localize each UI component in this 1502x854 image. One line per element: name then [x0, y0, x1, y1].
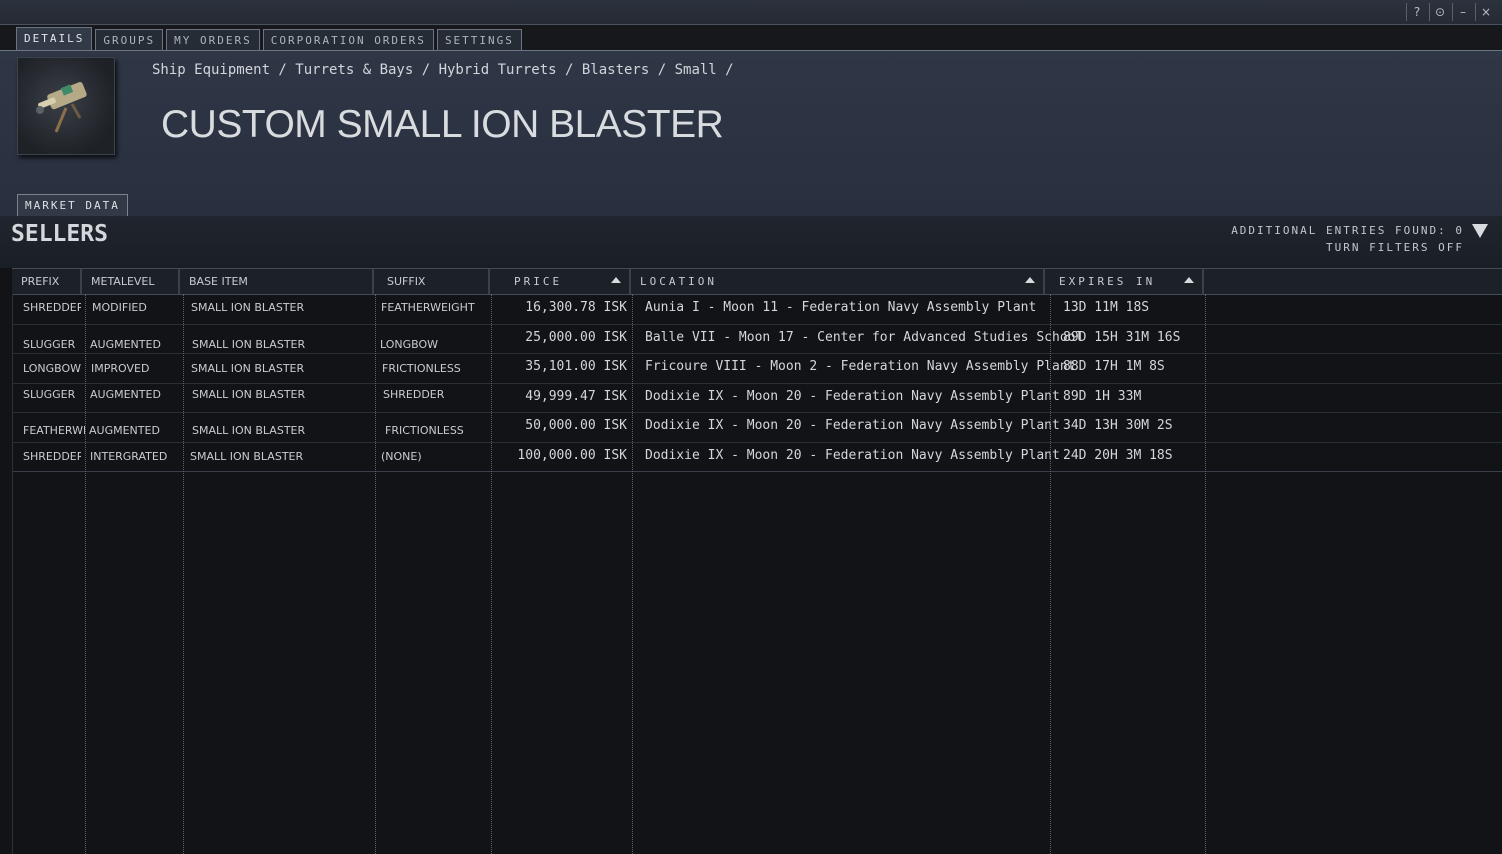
column-divider [1050, 294, 1051, 854]
prefix-cell: SHREDDER [23, 301, 81, 314]
sort-arrow-icon[interactable] [1025, 277, 1035, 283]
column-price[interactable]: PRICE [492, 269, 631, 294]
base-item-cell: SMALL ION BLASTER [190, 449, 304, 463]
table-row[interactable]: SHREDDER MODIFIED SMALL ION BLASTER FEAT… [12, 295, 1502, 325]
tab-details[interactable]: DETAILS [16, 27, 93, 50]
column-divider [183, 294, 184, 854]
price-cell: 25,000.00 ISK [525, 329, 627, 345]
column-divider [85, 294, 86, 854]
sellers-title: SELLERS [11, 221, 108, 247]
location-cell[interactable]: Dodixie IX - Moon 20 - Federation Navy A… [645, 418, 1060, 433]
window-controls: ? ⊙ – × [1406, 3, 1496, 21]
table-row[interactable]: FEATHERWE AUGMENTED SMALL ION BLASTER FR… [12, 413, 1502, 443]
expires-cell: 89D 15H 31M 16S [1063, 329, 1181, 345]
base-item-cell: SMALL ION BLASTER [192, 387, 306, 401]
table-row[interactable]: SLUGGER AUGMENTED SMALL ION BLASTER LONG… [12, 325, 1502, 354]
expires-cell: 13D 11M 18S [1063, 300, 1150, 315]
price-cell: 50,000.00 ISK [525, 418, 627, 433]
table-header: PREFIX METALEVEL BASE ITEM SUFFIX PRICE … [12, 268, 1502, 295]
column-divider [1205, 294, 1206, 854]
column-divider [491, 294, 492, 854]
sellers-table: PREFIX METALEVEL BASE ITEM SUFFIX PRICE … [12, 268, 1502, 472]
suffix-cell: FRICTIONLESS [382, 362, 461, 375]
metalevel-cell: AUGMENTED [89, 424, 160, 437]
metalevel-cell: INTERGRATED [90, 449, 168, 463]
price-cell: 16,300.78 ISK [525, 300, 627, 315]
prefix-cell: FEATHERWE [23, 424, 85, 437]
price-cell: 35,101.00 ISK [525, 359, 627, 374]
metalevel-cell: AUGMENTED [90, 337, 161, 351]
expires-cell: 24D 20H 3M 18S [1063, 447, 1173, 463]
tab-groups[interactable]: GROUPS [95, 29, 164, 50]
suffix-cell: FEATHERWEIGHT [381, 301, 475, 314]
tab-my-orders[interactable]: MY ORDERS [166, 29, 260, 50]
prefix-cell: SLUGGER [23, 337, 76, 351]
help-icon[interactable]: ? [1406, 3, 1427, 21]
base-item-cell: SMALL ION BLASTER [191, 362, 305, 375]
base-item-cell: SMALL ION BLASTER [192, 337, 306, 351]
filter-icon[interactable] [1472, 224, 1488, 238]
price-cell: 100,000.00 ISK [517, 447, 627, 463]
base-item-cell: SMALL ION BLASTER [192, 424, 306, 437]
column-prefix[interactable]: PREFIX [12, 269, 82, 294]
location-cell[interactable]: Dodixie IX - Moon 20 - Federation Navy A… [645, 448, 1060, 463]
metalevel-cell: AUGMENTED [90, 387, 161, 401]
base-item-cell: SMALL ION BLASTER [191, 301, 305, 314]
settings-icon[interactable]: ⊙ [1429, 3, 1450, 21]
location-cell[interactable]: Aunia I - Moon 11 - Federation Navy Asse… [645, 300, 1036, 315]
tab-corporation-orders[interactable]: CORPORATION ORDERS [262, 29, 434, 50]
tab-settings[interactable]: SETTINGS [436, 29, 522, 50]
turn-filters-off-link[interactable]: TURN FILTERS OFF [1231, 239, 1464, 256]
prefix-cell: SHREDDER [23, 449, 81, 463]
prefix-cell: LONGBOW [23, 362, 81, 375]
breadcrumb[interactable]: Ship Equipment / Turrets & Bays / Hybrid… [152, 62, 734, 78]
table-row[interactable]: SLUGGER AUGMENTED SMALL ION BLASTER SHRE… [12, 384, 1502, 413]
expires-cell: 34D 13H 30M 2S [1063, 418, 1173, 433]
suffix-cell: (NONE) [381, 449, 422, 463]
suffix-cell: FRICTIONLESS [385, 424, 464, 437]
expires-cell: 88D 17H 1M 8S [1063, 359, 1165, 374]
main-tabs: DETAILS GROUPS MY ORDERS CORPORATION ORD… [16, 27, 522, 50]
suffix-cell: LONGBOW [380, 337, 439, 351]
column-base-item[interactable]: BASE ITEM [180, 269, 374, 294]
location-cell[interactable]: Balle VII - Moon 17 - Center for Advance… [645, 330, 1083, 345]
filter-info: ADDITIONAL ENTRIES FOUND: 0 TURN FILTERS… [1231, 222, 1464, 256]
sort-arrow-icon[interactable] [1184, 277, 1194, 283]
additional-entries-label: ADDITIONAL ENTRIES FOUND: 0 [1231, 224, 1464, 237]
tab-market-data[interactable]: MARKET DATA [17, 194, 128, 216]
column-divider [375, 294, 376, 854]
table-row[interactable]: SHREDDER INTERGRATED SMALL ION BLASTER (… [12, 443, 1502, 472]
blaster-item-icon[interactable] [17, 57, 115, 155]
table-row[interactable]: LONGBOW IMPROVED SMALL ION BLASTER FRICT… [12, 354, 1502, 384]
metalevel-cell: MODIFIED [92, 301, 147, 314]
price-cell: 49,999.47 ISK [525, 388, 627, 404]
expires-cell: 89D 1H 33M [1063, 388, 1142, 404]
minimize-icon[interactable]: – [1452, 3, 1473, 21]
location-cell[interactable]: Dodixie IX - Moon 20 - Federation Navy A… [645, 389, 1060, 404]
table-left-edge [12, 294, 13, 854]
prefix-cell: SLUGGER [23, 387, 76, 401]
location-cell[interactable]: Fricoure VIII - Moon 2 - Federation Navy… [645, 359, 1075, 374]
column-metalevel[interactable]: METALEVEL [82, 269, 180, 294]
sort-arrow-icon[interactable] [611, 277, 621, 283]
window-titlebar: ? ⊙ – × [0, 0, 1502, 25]
suffix-cell: SHREDDER [383, 387, 445, 401]
column-suffix[interactable]: SUFFIX [374, 269, 490, 294]
column-expires[interactable]: EXPIRES IN [1050, 269, 1204, 294]
close-icon[interactable]: × [1475, 3, 1496, 21]
item-title: CUSTOM SMALL ION BLASTER [161, 103, 724, 146]
column-location[interactable]: LOCATION [631, 269, 1045, 294]
metalevel-cell: IMPROVED [91, 362, 150, 375]
column-divider [632, 294, 633, 854]
